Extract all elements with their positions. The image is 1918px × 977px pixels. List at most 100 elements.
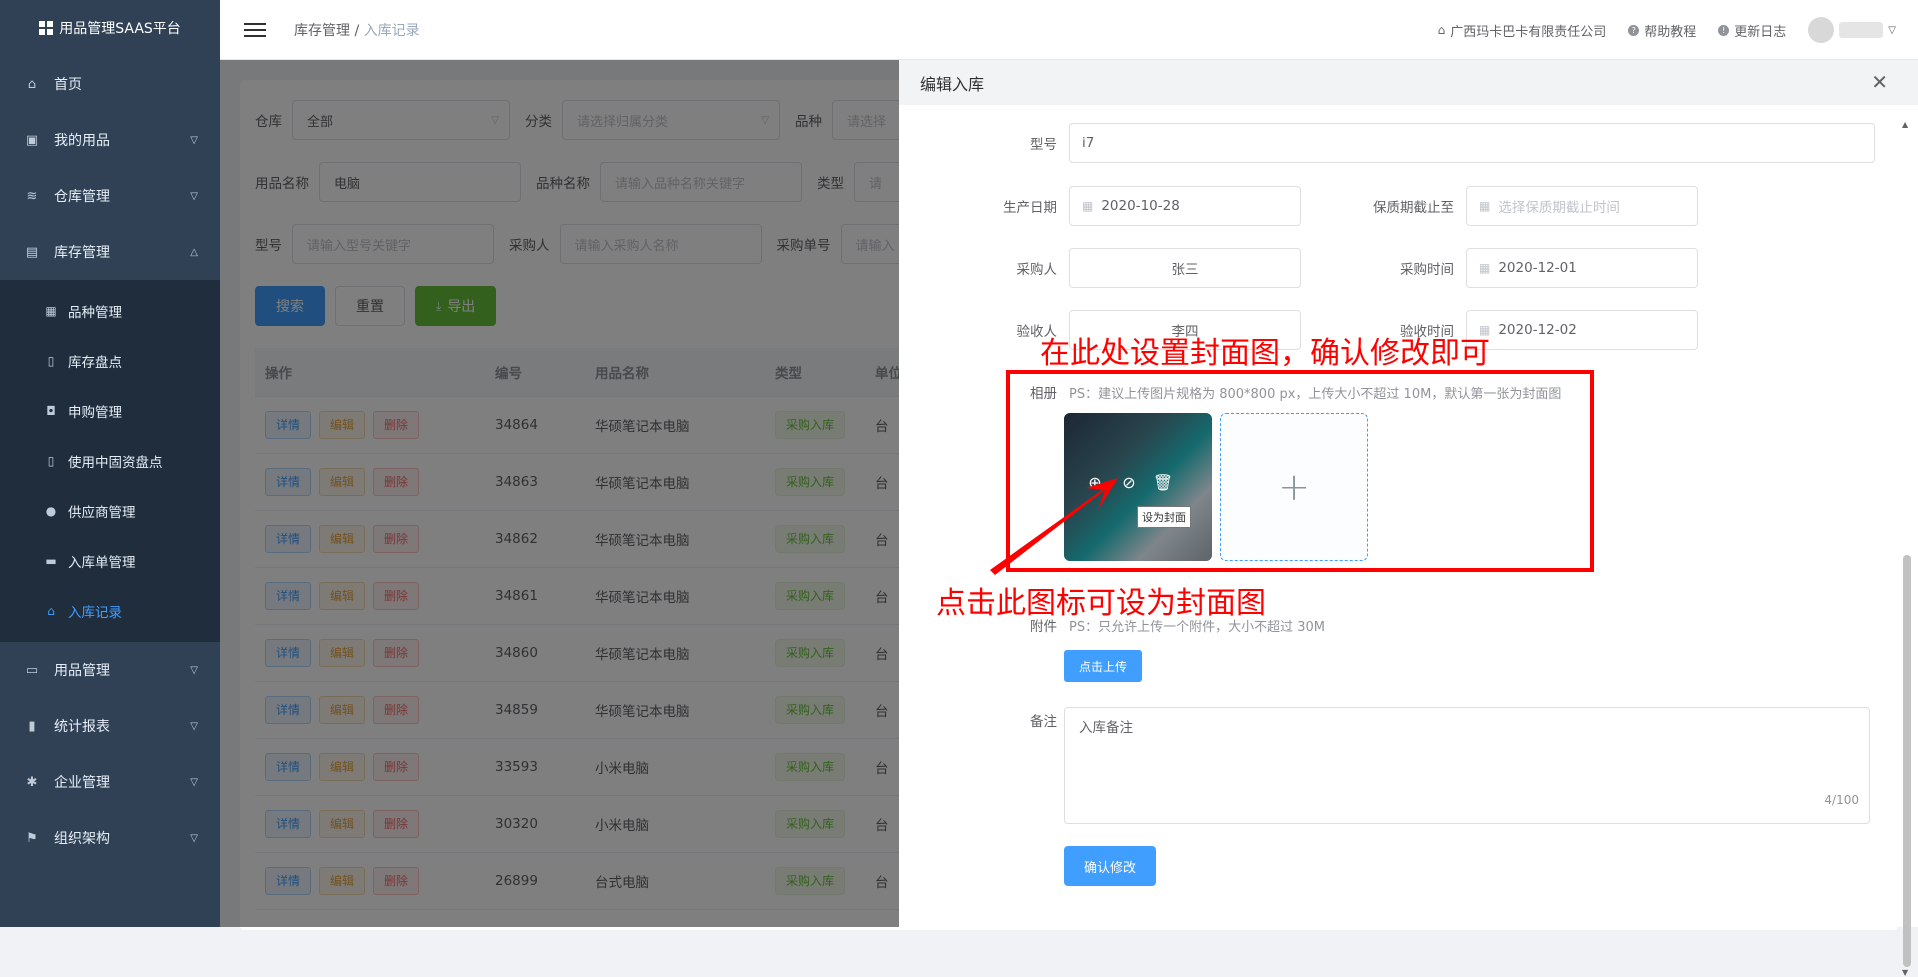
sidebar-item-label: 库存管理: [54, 245, 110, 261]
help-link[interactable]: ? 帮助教程: [1628, 21, 1696, 40]
sidebar-item-inbound-records[interactable]: ⌂ 入库记录: [0, 586, 220, 636]
sidebar-item-stocktake[interactable]: ▯ 库存盘点: [0, 336, 220, 386]
info-icon: !: [1718, 24, 1730, 36]
sidebar-item-variety[interactable]: ▦ 品种管理: [0, 286, 220, 336]
annotation-top-text: 在此处设置封面图，确认修改即可: [1040, 336, 1490, 371]
sidebar-item-label: 入库单管理: [68, 555, 136, 571]
sidebar-item-label: 库存盘点: [68, 355, 122, 371]
sidebar-item-supply-management[interactable]: ▭ 用品管理 ▽: [0, 642, 220, 698]
sidebar-item-asset-count[interactable]: ▯ 使用中固资盘点: [0, 436, 220, 486]
buyer-field[interactable]: 张三: [1069, 248, 1301, 288]
mfg-row: 生产日期 ▦ 2020-10-28: [939, 186, 1301, 226]
breadcrumb: 库存管理 / 入库记录: [294, 20, 420, 40]
confirm-button[interactable]: 确认修改: [1064, 846, 1157, 886]
buyer-row: 采购人 张三: [939, 248, 1301, 288]
sidebar-item-home[interactable]: ⌂ 首页: [0, 56, 220, 112]
drawer-scrollbar[interactable]: ▲ ▼: [1900, 120, 1912, 977]
inspect-time-picker[interactable]: ▦ 2020-12-02: [1466, 310, 1698, 350]
home-icon: ⌂: [47, 604, 55, 618]
chevron-down-icon: ▽: [190, 832, 198, 844]
document-icon: ▯: [47, 454, 55, 468]
chevron-down-icon: ▽: [190, 776, 198, 788]
note-label: 备注: [1030, 714, 1057, 730]
box-icon: ▤: [25, 244, 39, 260]
changelog-label: 更新日志: [1734, 24, 1787, 40]
sidebar-item-label: 使用中固资盘点: [68, 455, 163, 471]
note-textarea[interactable]: 入库备注 4/100: [1064, 707, 1870, 824]
header-right: ⌂ 广西玛卡巴卡有限责任公司 ? 帮助教程 ! 更新日志 ▽: [1438, 0, 1918, 60]
sidebar-item-inbound-orders[interactable]: ▬ 入库单管理: [0, 536, 220, 586]
chevron-down-icon: ▽: [190, 190, 198, 202]
drawer-header: 编辑入库 ✕: [899, 60, 1918, 105]
scroll-up-icon[interactable]: ▲: [1902, 120, 1908, 129]
brand[interactable]: 用品管理SAAS平台: [0, 0, 220, 56]
sidebar-item-org[interactable]: ⚑ 组织架构 ▽: [0, 810, 220, 866]
chevron-down-icon: ▽: [190, 134, 198, 146]
gear-icon: ✱: [26, 774, 38, 790]
user-menu[interactable]: ▽: [1808, 17, 1896, 43]
top-header: 库存管理 / 入库记录 ⌂ 广西玛卡巴卡有限责任公司 ? 帮助教程 ! 更新日志…: [220, 0, 1918, 60]
breadcrumb-current: 入库记录: [363, 22, 420, 39]
sidebar-item-supplier[interactable]: ● 供应商管理: [0, 486, 220, 536]
sidebar-item-label: 仓库管理: [54, 189, 110, 205]
tray-icon: ▭: [25, 662, 39, 678]
upload-label: 点击上传: [1079, 659, 1128, 674]
sidebar-item-purchase-request[interactable]: ◘ 申购管理: [0, 386, 220, 436]
mfg-value: 2020-10-28: [1101, 198, 1180, 214]
sidebar-item-label: 供应商管理: [68, 505, 136, 521]
sidebar-item-label: 申购管理: [68, 405, 122, 421]
expiry-date-picker[interactable]: ▦ 选择保质期截止时间: [1466, 186, 1698, 226]
note-row: 备注: [939, 710, 1069, 730]
chevron-down-icon: ▽: [190, 664, 198, 676]
grid-icon: ▦: [45, 304, 57, 318]
buy-time-value: 2020-12-01: [1498, 260, 1577, 276]
sidebar-item-label: 品种管理: [68, 305, 122, 321]
buy-time-row: 采购时间 ▦ 2020-12-01: [1336, 248, 1698, 288]
note-value: 入库备注: [1079, 720, 1133, 736]
user-icon: ●: [45, 504, 57, 518]
sidebar-item-label: 组织架构: [54, 831, 110, 847]
close-icon[interactable]: ✕: [1871, 70, 1888, 94]
printer-icon: ▬: [45, 554, 57, 568]
company-link[interactable]: ⌂ 广西玛卡巴卡有限责任公司: [1438, 21, 1607, 40]
changelog-link[interactable]: ! 更新日志: [1718, 21, 1786, 40]
model-row: 型号 i7: [939, 123, 1875, 163]
model-field[interactable]: i7: [1069, 123, 1875, 163]
scroll-down-icon[interactable]: ▼: [1902, 968, 1908, 977]
expiry-row: 保质期截止至 ▦ 选择保质期截止时间: [1336, 186, 1698, 226]
home-icon: ⌂: [1437, 23, 1446, 37]
drawer-title: 编辑入库: [920, 74, 985, 94]
note-counter: 4/100: [1824, 793, 1859, 807]
sidebar-item-label: 统计报表: [54, 719, 110, 735]
calendar-icon: ▦: [1082, 199, 1094, 213]
buyer-value: 张三: [1171, 262, 1199, 278]
mfg-date-picker[interactable]: ▦ 2020-10-28: [1069, 186, 1301, 226]
app-title: 用品管理SAAS平台: [59, 21, 181, 37]
sidebar-item-company[interactable]: ✱ 企业管理 ▽: [0, 754, 220, 810]
bar-chart-icon: ▮: [28, 718, 36, 734]
sidebar-item-label: 企业管理: [54, 775, 110, 791]
question-icon: ?: [1628, 24, 1640, 36]
annotation-bottom-text: 点击此图标可设为封面图: [936, 586, 1266, 621]
hamburger-icon[interactable]: [244, 22, 266, 37]
sidebar-item-reports[interactable]: ▮ 统计报表 ▽: [0, 698, 220, 754]
app-logo-icon: [39, 21, 54, 35]
buyer-label: 采购人: [1016, 262, 1058, 278]
home-icon: ⌂: [27, 76, 37, 92]
expiry-label: 保质期截止至: [1373, 200, 1454, 216]
upload-button[interactable]: 点击上传: [1064, 650, 1143, 682]
breadcrumb-separator: /: [354, 22, 360, 39]
sidebar-item-label: 首页: [54, 77, 82, 93]
scrollbar-thumb[interactable]: [1903, 555, 1911, 967]
flag-icon: ⚑: [26, 830, 38, 846]
inventory-submenu: ▦ 品种管理 ▯ 库存盘点 ◘ 申购管理 ▯ 使用中固资盘点 ● 供应商管理 ▬…: [0, 280, 220, 642]
sidebar-item-my-supplies[interactable]: ▣ 我的用品 ▽: [0, 112, 220, 168]
sidebar-item-inventory[interactable]: ▤ 库存管理 △: [0, 224, 220, 280]
buy-time-picker[interactable]: ▦ 2020-12-01: [1466, 248, 1698, 288]
document-icon: ▯: [47, 354, 55, 368]
breadcrumb-parent[interactable]: 库存管理: [294, 23, 350, 39]
sidebar-item-warehouse[interactable]: ≋ 仓库管理 ▽: [0, 168, 220, 224]
annotation-arrow-shape: [990, 478, 1118, 575]
bag-icon: ▣: [25, 132, 39, 148]
annotation-arrow: [990, 478, 1118, 575]
